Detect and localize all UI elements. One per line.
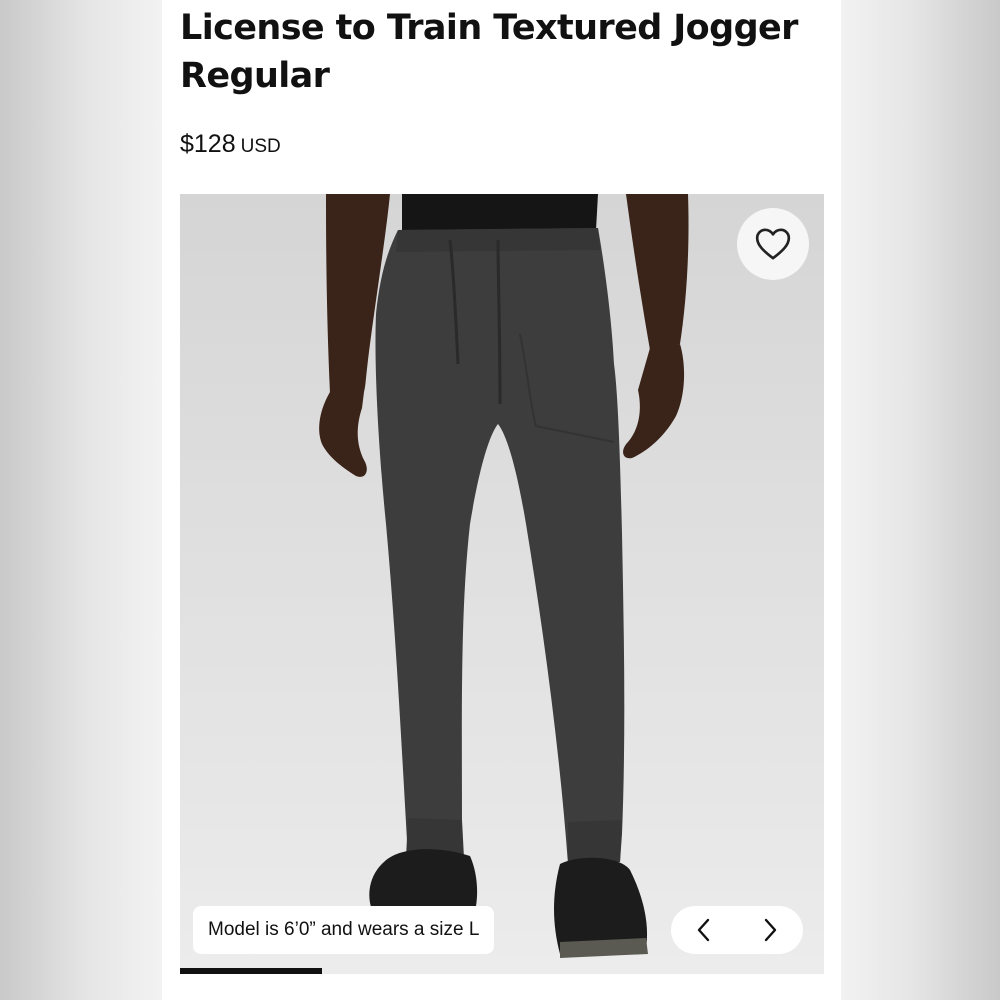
model-size-caption: Model is 6’0” and wears a size L: [193, 906, 495, 954]
next-image-button[interactable]: [748, 908, 792, 952]
gallery-progress-fill: [180, 968, 322, 974]
product-image[interactable]: [180, 194, 824, 974]
gallery-navigation: [671, 906, 803, 954]
price-currency: USD: [240, 136, 281, 157]
product-title-line-1: License to Train Textured Jogger: [180, 8, 798, 48]
product-page: License to Train Textured Jogger Regular…: [162, 0, 841, 1000]
favorite-button[interactable]: [737, 208, 809, 280]
gallery-progress-bar: [180, 968, 824, 974]
product-title-line-2: Regular: [180, 56, 330, 96]
price-amount: $128: [180, 130, 236, 158]
previous-image-button[interactable]: [682, 908, 726, 952]
chevron-left-icon: [697, 918, 710, 942]
product-image-gallery[interactable]: Model is 6’0” and wears a size L: [180, 194, 824, 974]
product-title: License to Train Textured Jogger Regular: [180, 4, 820, 100]
chevron-right-icon: [764, 918, 777, 942]
product-price: $128 USD: [180, 130, 281, 159]
model-size-caption-text: Model is 6’0” and wears a size L: [208, 919, 480, 940]
heart-outline-icon: [755, 228, 791, 260]
